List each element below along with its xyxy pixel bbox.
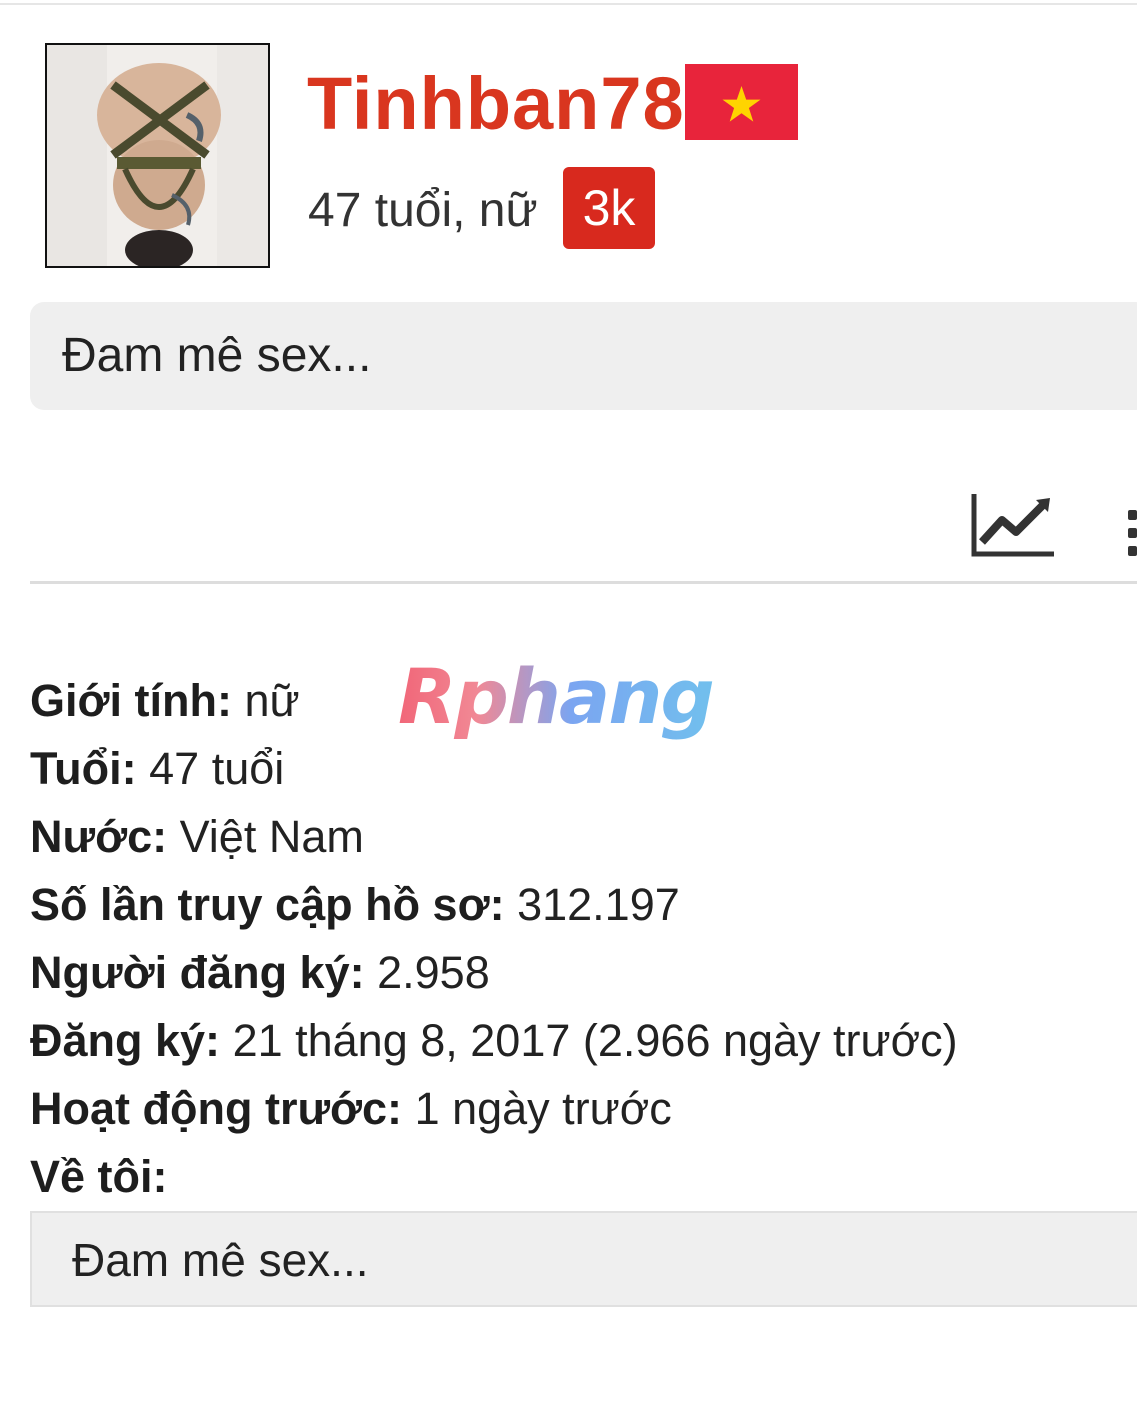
top-divider [0,3,1137,5]
detail-age: Tuổi: 47 tuổi [30,735,958,803]
section-divider [30,581,1137,584]
detail-value: 21 tháng 8, 2017 (2.966 ngày trước) [232,1015,958,1066]
detail-label: Người đăng ký: [30,947,365,998]
username[interactable]: Tinhban78 [307,62,685,146]
detail-profile-views: Số lần truy cập hồ sơ: 312.197 [30,871,958,939]
detail-value: nữ [244,675,300,726]
avatar-photo [47,45,268,266]
profile-details: Giới tính: nữ Tuổi: 47 tuổi Nước: Việt N… [30,667,958,1211]
status-text: Đam mê sex... [62,329,372,382]
detail-registered: Đăng ký: 21 tháng 8, 2017 (2.966 ngày tr… [30,1007,958,1075]
avatar[interactable] [45,43,270,268]
points-badge: 3k [563,167,655,249]
age-gender-text: 47 tuổi, nữ [308,184,538,237]
detail-country: Nước: Việt Nam [30,803,958,871]
detail-label: Đăng ký: [30,1015,221,1066]
detail-label: Hoạt động trước: [30,1083,403,1134]
about-me-text: Đam mê sex... [72,1234,369,1286]
detail-subscribers: Người đăng ký: 2.958 [30,939,958,1007]
detail-label: Nước: [30,811,168,862]
detail-label: Giới tính: [30,675,232,726]
trend-chart-icon[interactable] [970,492,1056,558]
detail-about-me: Về tôi: [30,1143,958,1211]
detail-label: Tuổi: [30,743,137,794]
detail-value: 47 tuổi [149,743,285,794]
detail-value: 1 ngày trước [414,1083,672,1134]
detail-last-active: Hoạt động trước: 1 ngày trước [30,1075,958,1143]
detail-value: 2.958 [377,947,490,998]
status-box: Đam mê sex... [30,302,1137,410]
detail-value: 312.197 [517,879,680,930]
detail-value: Việt Nam [179,811,364,862]
vietnam-flag-icon [685,64,798,140]
detail-gender: Giới tính: nữ [30,667,958,735]
more-dots-icon[interactable] [1124,508,1137,560]
detail-label: Số lần truy cập hồ sơ: [30,879,505,930]
about-me-box: Đam mê sex... [30,1211,1137,1307]
detail-label: Về tôi: [30,1151,168,1202]
